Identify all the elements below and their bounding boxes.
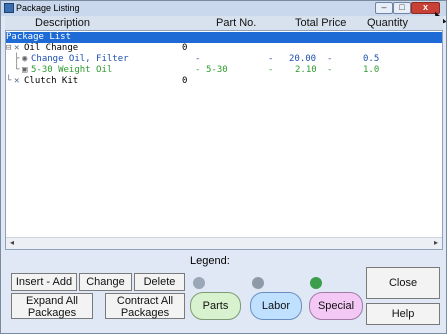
tree-label: 5-30 Weight Oil — [31, 65, 113, 75]
app-icon — [4, 3, 14, 13]
package-code: 0 — [182, 43, 188, 53]
insert-add-button[interactable]: Insert - Add — [11, 273, 77, 291]
minimize-button[interactable]: – — [375, 2, 393, 14]
window-title: Package Listing — [16, 3, 80, 13]
tree-line: ⊟ — [6, 43, 12, 53]
expand-line1: Expand All — [26, 295, 78, 307]
change-label: Change — [86, 276, 125, 288]
expand-all-packages-button[interactable]: Expand All Packages — [11, 293, 93, 319]
special-legend-button[interactable]: Special — [309, 292, 363, 320]
close-button[interactable]: Close — [366, 267, 440, 299]
delete-label: Delete — [143, 276, 176, 288]
tree-row-weight-oil[interactable]: └ ▣ 5-30 Weight Oil - 5-30 - 2.10 - 1.0 — [6, 65, 442, 76]
special-legend-icon — [310, 277, 322, 289]
tree-line: └ — [6, 76, 12, 86]
quantity: 0.5 — [363, 54, 380, 64]
tree-label: Package List — [6, 32, 72, 42]
column-total-price: Total Price — [295, 17, 347, 29]
separator: - — [268, 54, 274, 64]
parts-legend-icon — [193, 277, 205, 289]
part-number: - — [195, 54, 201, 64]
title-bar: Package Listing – □ x — [1, 1, 446, 16]
close-label: Close — [388, 277, 418, 289]
price: 20.00 — [289, 54, 317, 64]
tree-row-package-list[interactable]: Package List — [6, 32, 442, 43]
column-description: Description — [35, 17, 91, 29]
tree-label: Oil Change — [24, 43, 79, 53]
help-button[interactable]: Help — [366, 303, 440, 325]
special-label: Special — [317, 300, 355, 312]
part-icon: ▣ — [22, 65, 28, 75]
tree-label: Clutch Kit — [24, 76, 79, 86]
separator: - — [327, 54, 333, 64]
column-header: Description Part No. Total Price Quantit… — [5, 16, 443, 30]
tree-row-clutch-kit[interactable]: └ ✕ Clutch Kit 0 — [6, 76, 442, 87]
tools-icon: ✕ — [14, 76, 20, 86]
tree-row-oil-change[interactable]: ⊟ ✕ Oil Change 0 — [6, 43, 442, 54]
package-listing-window: Package Listing – □ x Description Part N… — [0, 0, 447, 334]
horizontal-scrollbar[interactable]: ◂ ▸ — [6, 237, 442, 249]
column-quantity: Quantity — [367, 17, 408, 29]
package-code: 0 — [182, 76, 188, 86]
labor-legend-button[interactable]: Labor — [250, 292, 302, 320]
price: 2.10 — [295, 65, 317, 75]
parts-label: Parts — [202, 300, 229, 312]
change-button[interactable]: Change — [79, 273, 132, 291]
column-part-no: Part No. — [216, 17, 257, 29]
parts-legend-button[interactable]: Parts — [190, 292, 241, 320]
labor-label: Labor — [261, 300, 291, 312]
separator: - — [268, 65, 274, 75]
labor-legend-icon — [252, 277, 264, 289]
separator: - — [195, 65, 201, 75]
tree-line: ├ — [14, 54, 20, 64]
contract-all-packages-button[interactable]: Contract All Packages — [105, 293, 185, 319]
legend-title: Legend: — [190, 255, 230, 267]
expand-line2: Packages — [27, 307, 77, 319]
tree-line: └ — [14, 65, 20, 75]
contract-line1: Contract All — [116, 295, 174, 307]
maximize-button[interactable]: □ — [393, 2, 411, 14]
scroll-right-arrow-icon[interactable]: ▸ — [431, 239, 441, 247]
separator: - — [327, 65, 333, 75]
insert-add-label: Insert - Add — [15, 276, 73, 288]
tree-row-change-oil-filter[interactable]: ├ ◉ Change Oil, Filter - - 20.00 - 0.5 — [6, 54, 442, 65]
quantity: 1.0 — [363, 65, 380, 75]
delete-button[interactable]: Delete — [134, 273, 185, 291]
package-tree-list[interactable]: Package List ⊟ ✕ Oil Change 0 ├ ◉ Change… — [5, 30, 443, 250]
part-number: 5-30 — [206, 65, 228, 75]
labor-icon: ◉ — [22, 54, 28, 64]
tree-label: Change Oil, Filter — [31, 54, 129, 64]
contract-line2: Packages — [120, 307, 170, 319]
tools-icon: ✕ — [14, 43, 20, 53]
scroll-left-arrow-icon[interactable]: ◂ — [7, 239, 17, 247]
help-label: Help — [391, 308, 415, 320]
